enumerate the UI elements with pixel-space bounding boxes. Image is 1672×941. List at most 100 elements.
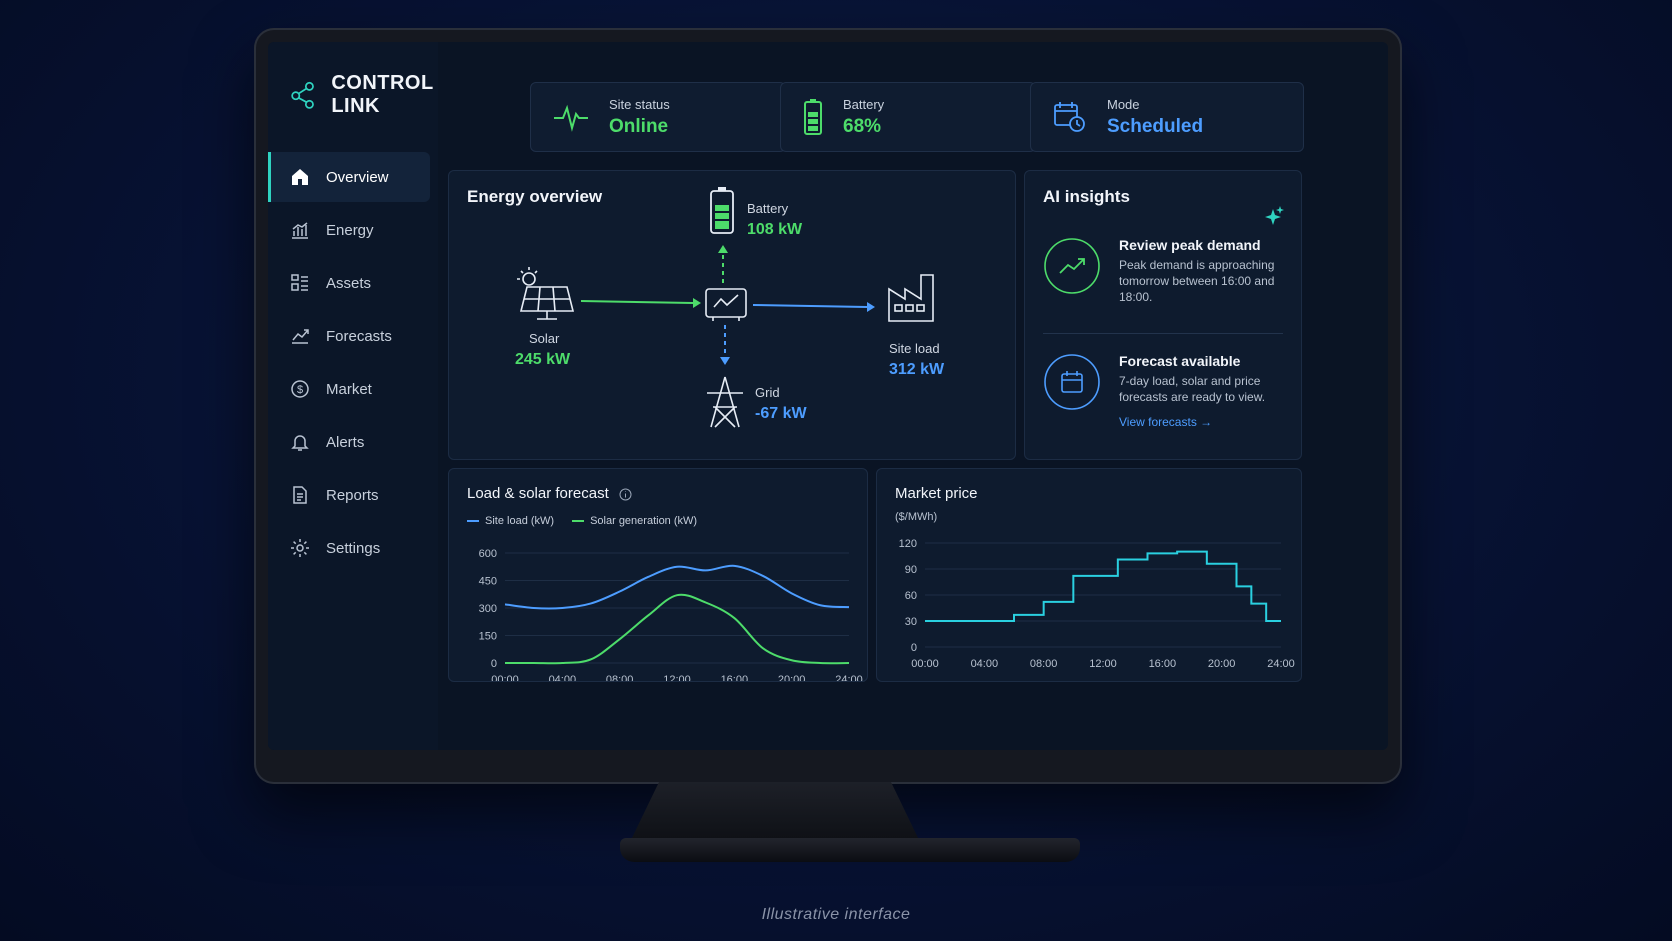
y-tick-label: 450 (479, 576, 497, 588)
battery-icon (804, 99, 822, 135)
sidebar-item-alerts[interactable]: Alerts (268, 417, 438, 467)
y-tick-label: 600 (479, 548, 497, 560)
load-flow-line (752, 304, 868, 308)
site-status-value: Online (609, 115, 669, 137)
x-tick-label: 12:00 (1089, 658, 1117, 670)
view-forecasts-link[interactable]: View forecasts → (1119, 415, 1289, 429)
calendar-clock-icon (1054, 102, 1085, 132)
brand-name: CONTROL LINK (331, 72, 434, 117)
ai-insights-title: AI insights (1043, 187, 1130, 206)
battery-status-value: 68% (843, 115, 882, 137)
sidebar-item-forecasts[interactable]: Forecasts (268, 311, 438, 361)
solar-node-value: 245 kW (515, 351, 571, 368)
sidebar-item-settings[interactable]: Settings (268, 523, 438, 573)
insight-title: Forecast available (1119, 353, 1241, 369)
load-flow-arrow (867, 302, 875, 312)
mode-status-label: Mode (1107, 96, 1140, 112)
monitor-frame: CONTROL LINK Overview Energy Assets Fore… (254, 28, 1402, 784)
assets-icon (291, 274, 308, 291)
insight-item[interactable]: Review peak demand Peak demand is approa… (1043, 237, 1289, 305)
bell-icon (291, 435, 309, 451)
site-status-card: Site status Online (530, 82, 786, 152)
sidebar-item-label: Assets (326, 274, 372, 292)
site-load-node-value: 312 kW (889, 361, 945, 378)
x-tick-label: 20:00 (778, 674, 806, 681)
pulse-icon (554, 104, 588, 132)
trend-icon (292, 329, 309, 344)
sidebar-nav: Overview Energy Assets Forecasts $ Marke… (268, 152, 438, 576)
network-logo-icon (291, 81, 314, 109)
sparkle-icon (1265, 206, 1284, 225)
monitor-stand-base (620, 838, 1080, 862)
market-price-panel: Market price ($/MWh) 0 30 60 90 120 00:00 04:0… (876, 468, 1302, 682)
site-load-node-label: Site load (889, 341, 940, 356)
inverter-icon (705, 288, 747, 321)
monitor-stand-neck (630, 782, 920, 842)
energy-overview-panel: Energy overview Battery 108 kW Solar 245… (448, 170, 1016, 460)
y-tick-label: 0 (491, 658, 497, 670)
x-tick-label: 04:00 (971, 658, 999, 670)
insight-title: Review peak demand (1119, 237, 1261, 253)
caption: Illustrative interface (761, 906, 911, 923)
x-tick-label: 24:00 (835, 674, 863, 681)
sidebar-item-label: Settings (326, 539, 381, 557)
solar-node-label: Solar (529, 331, 560, 346)
battery-flow-arrow (718, 245, 728, 253)
battery-node-value: 108 kW (747, 221, 803, 238)
document-icon (293, 486, 307, 504)
sidebar-item-label: Forecasts (326, 327, 392, 345)
market-price-chart: 0 30 60 90 120 00:00 04:00 08:00 12:00 16:00 20:00… (899, 538, 1295, 670)
forecast-line-chart: 0 150 300 450 600 00:00 04:00 08:00 12:00 16:00 20… (479, 548, 863, 681)
svg-text:$: $ (297, 384, 303, 396)
x-tick-label: 04:00 (549, 674, 577, 681)
y-tick-label: 30 (905, 616, 917, 628)
mode-status-value: Scheduled (1107, 115, 1204, 137)
x-tick-label: 00:00 (911, 658, 939, 670)
factory-icon (888, 274, 934, 322)
insight-text: Peak demand is approaching tomorrow betw… (1119, 258, 1275, 304)
sidebar-item-label: Market (326, 380, 372, 398)
x-tick-label: 08:00 (1030, 658, 1058, 670)
sidebar-item-reports[interactable]: Reports (268, 470, 438, 520)
site-status-label: Site status (609, 96, 670, 112)
grid-flow-arrow (720, 357, 730, 365)
sidebar-item-label: Energy (326, 221, 374, 239)
sidebar: CONTROL LINK Overview Energy Assets Fore… (268, 42, 438, 750)
y-tick-label: 60 (905, 590, 917, 602)
view-forecasts-label: View forecasts (1119, 415, 1197, 429)
sidebar-item-market[interactable]: $ Market (268, 364, 438, 414)
x-tick-label: 00:00 (491, 674, 519, 681)
battery-status-label: Battery (843, 96, 885, 112)
home-icon (292, 169, 308, 185)
x-tick-label: 12:00 (663, 674, 691, 681)
y-tick-label: 150 (479, 631, 497, 643)
market-price-series-line (925, 550, 1281, 622)
trend-up-icon (1044, 238, 1100, 294)
sidebar-item-energy[interactable]: Energy (268, 205, 438, 255)
grid-node-label: Grid (755, 385, 780, 400)
y-tick-label: 0 (911, 642, 917, 654)
mode-status-card: Mode Scheduled (1030, 82, 1304, 152)
sidebar-item-label: Alerts (326, 433, 365, 451)
x-tick-label: 08:00 (606, 674, 634, 681)
arrow-right-icon: → (1200, 415, 1213, 429)
brand[interactable]: CONTROL LINK (290, 72, 444, 118)
battery-status-card: Battery 68% (780, 82, 1036, 152)
sidebar-item-label: Reports (326, 486, 379, 504)
solar-flow-arrow (693, 298, 701, 308)
solar-flow-line (580, 300, 694, 304)
insight-item[interactable]: Forecast available 7-day load, solar and… (1043, 353, 1289, 429)
x-tick-label: 20:00 (1208, 658, 1236, 670)
sidebar-item-overview[interactable]: Overview (268, 152, 430, 202)
sidebar-item-label: Overview (326, 168, 389, 186)
solar-panel-icon (517, 267, 575, 320)
site-load-series-line (504, 564, 850, 610)
sidebar-item-assets[interactable]: Assets (268, 258, 438, 308)
y-tick-label: 90 (905, 564, 917, 576)
grid-node-value: -67 kW (755, 405, 807, 422)
dollar-icon: $ (291, 380, 309, 398)
x-tick-label: 24:00 (1267, 658, 1295, 670)
solar-generation-series-line (504, 593, 850, 665)
energy-flow-diagram (517, 187, 934, 428)
y-tick-label: 300 (479, 603, 497, 615)
